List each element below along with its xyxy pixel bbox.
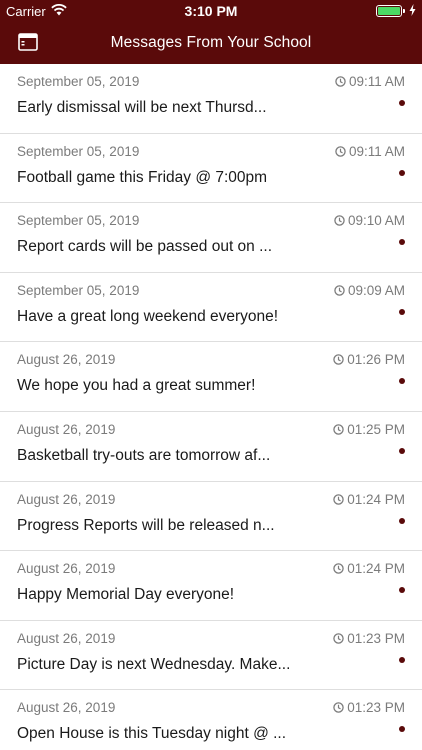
message-time: 01:24 PM <box>333 492 405 507</box>
message-row[interactable]: August 26, 2019 01:24 PM Progress Reports … <box>0 482 422 552</box>
message-preview: Basketball try-outs are tomorrow af... <box>17 446 271 464</box>
clock-icon <box>333 493 344 505</box>
message-preview: Picture Day is next Wednesday. Make... <box>17 655 291 673</box>
message-preview: Progress Reports will be released n... <box>17 516 275 534</box>
carrier-label: Carrier <box>6 3 46 19</box>
message-list: September 05, 2019 09:11 AM Early dismissa… <box>0 64 422 750</box>
unread-dot-icon <box>399 447 405 454</box>
message-row[interactable]: September 05, 2019 09:09 AM Have a great l… <box>0 273 422 343</box>
message-row[interactable]: August 26, 2019 01:26 PM We hope you had a… <box>0 342 422 412</box>
clock-icon <box>333 702 344 714</box>
message-preview: Early dismissal will be next Thursd... <box>17 99 267 116</box>
unread-dot-icon <box>399 517 405 524</box>
message-time-label: 01:25 PM <box>347 421 405 437</box>
sidebar-icon[interactable] <box>18 33 38 51</box>
clock-icon <box>333 354 344 366</box>
message-time-label: 01:24 PM <box>347 561 405 577</box>
message-row[interactable]: September 05, 2019 09:11 AM Football game … <box>0 134 422 204</box>
message-time: 09:10 AM <box>334 213 405 228</box>
top-bar: Carrier 3:10 PM Messages From Your Schoo… <box>0 0 422 64</box>
message-row[interactable]: August 26, 2019 01:23 PM Open House is thi… <box>0 690 422 750</box>
wifi-icon <box>51 3 67 19</box>
clock-icon <box>333 563 344 574</box>
message-time-label: 09:09 AM <box>347 282 405 298</box>
message-time: 01:23 PM <box>333 631 405 646</box>
message-time: 01:26 PM <box>333 352 405 367</box>
message-preview: Report cards will be passed out on ... <box>17 238 273 256</box>
message-preview: Have a great long weekend everyone! <box>17 307 279 325</box>
clock-icon <box>334 285 345 296</box>
status-right <box>376 3 416 19</box>
unread-dot-icon <box>399 100 405 106</box>
message-row[interactable]: August 26, 2019 01:25 PM Basketball try-ou… <box>0 412 422 482</box>
message-time-label: 01:23 PM <box>347 700 405 716</box>
battery-level <box>378 7 400 15</box>
message-time-label: 09:10 AM <box>347 213 405 229</box>
message-preview: Football game this Friday @ 7:00pm <box>17 168 268 186</box>
navigation-bar: Messages From Your School <box>0 22 422 64</box>
message-time-label: 01:23 PM <box>347 630 405 646</box>
charging-icon <box>409 3 416 19</box>
clock-icon <box>333 633 344 644</box>
message-time: 01:24 PM <box>333 561 405 576</box>
status-bar: Carrier 3:10 PM <box>0 0 422 22</box>
unread-dot-icon <box>399 308 405 315</box>
clock-icon <box>335 76 346 87</box>
clock-icon <box>335 145 346 157</box>
clock-icon <box>333 424 344 435</box>
message-row[interactable]: September 05, 2019 09:11 AM Early dismissa… <box>0 64 422 134</box>
unread-dot-icon <box>399 656 405 663</box>
message-row[interactable]: August 26, 2019 01:23 PM Picture Day is ne… <box>0 621 422 691</box>
message-time: 09:11 AM <box>335 144 405 159</box>
message-time-label: 09:11 AM <box>348 74 405 89</box>
message-time: 01:23 PM <box>333 700 405 715</box>
message-time-label: 01:24 PM <box>347 491 405 507</box>
message-time-label: 09:11 AM <box>348 143 405 159</box>
message-time-label: 01:26 PM <box>347 352 405 368</box>
unread-dot-icon <box>399 169 405 176</box>
message-row[interactable]: September 05, 2019 09:10 AM Report cards w… <box>0 203 422 273</box>
battery-icon <box>376 5 405 17</box>
clock-icon <box>334 215 345 226</box>
message-time: 09:09 AM <box>334 283 405 298</box>
page-title: Messages From Your School <box>110 34 312 51</box>
message-time: 01:25 PM <box>333 422 405 437</box>
status-left: Carrier <box>6 3 67 19</box>
message-preview: Happy Memorial Day everyone! <box>17 586 235 604</box>
message-row[interactable]: August 26, 2019 01:24 PM Happy Memorial Da… <box>0 551 422 621</box>
message-time: 09:11 AM <box>335 74 405 89</box>
message-preview: We hope you had a great summer! <box>17 377 256 395</box>
message-preview: Open House is this Tuesday night @ ... <box>17 725 287 743</box>
